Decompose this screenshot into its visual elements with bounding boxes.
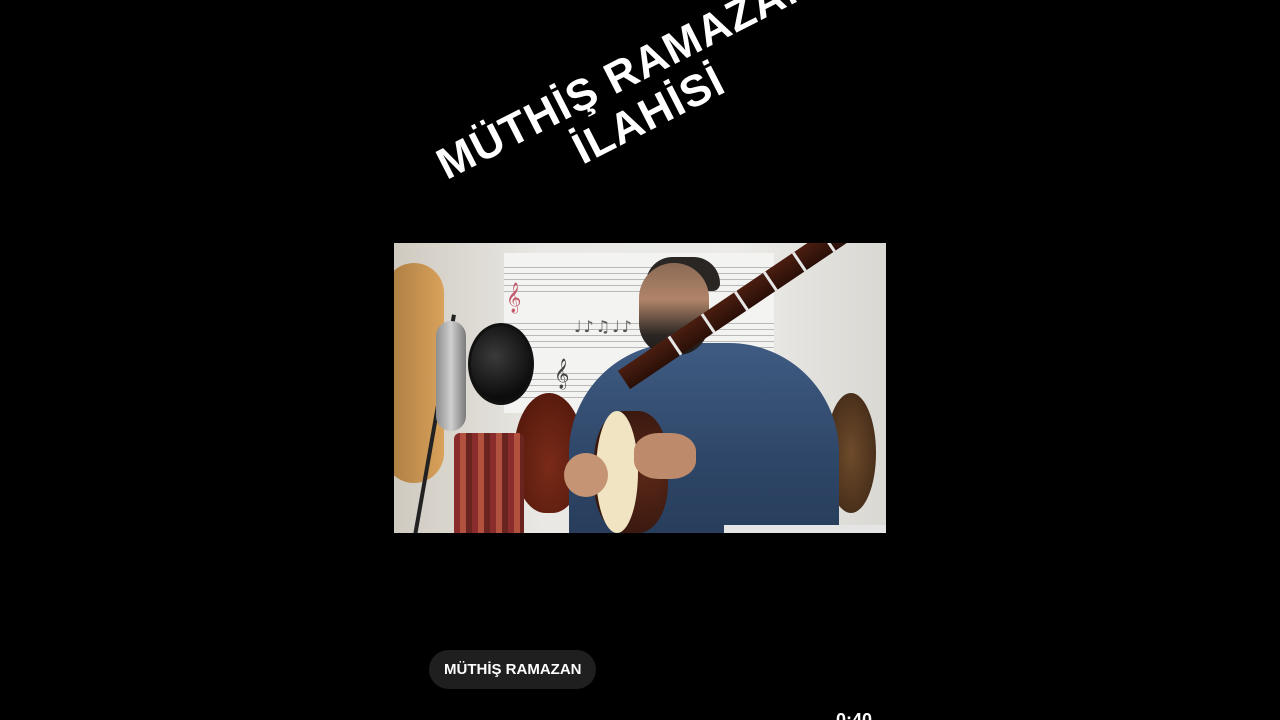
musician-hand-right (634, 433, 696, 479)
music-notes-icon: ♩♪♫♩♪ (574, 317, 634, 336)
treble-clef-icon: 𝄞 (506, 283, 522, 313)
table-edge (724, 525, 886, 533)
musician-hand-left (564, 453, 608, 497)
treble-clef-icon: 𝄞 (554, 359, 570, 389)
title-chip-button[interactable]: MÜTHİŞ RAMAZAN (429, 650, 597, 689)
microphone-icon (436, 321, 466, 431)
pop-filter (468, 323, 534, 405)
drum-instrument (454, 433, 524, 533)
video-timestamp: 0:40 (836, 710, 873, 720)
video-player[interactable]: 𝄞 𝄞 𝄞 ♩♪♫♩♪ MÜTHİŞ RAM (0, 0, 1280, 720)
video-frame[interactable]: 𝄞 𝄞 𝄞 ♩♪♫♩♪ (394, 243, 886, 533)
video-title-banner: MÜTHİŞ RAMAZAN İLAHİSİ (416, 0, 858, 240)
